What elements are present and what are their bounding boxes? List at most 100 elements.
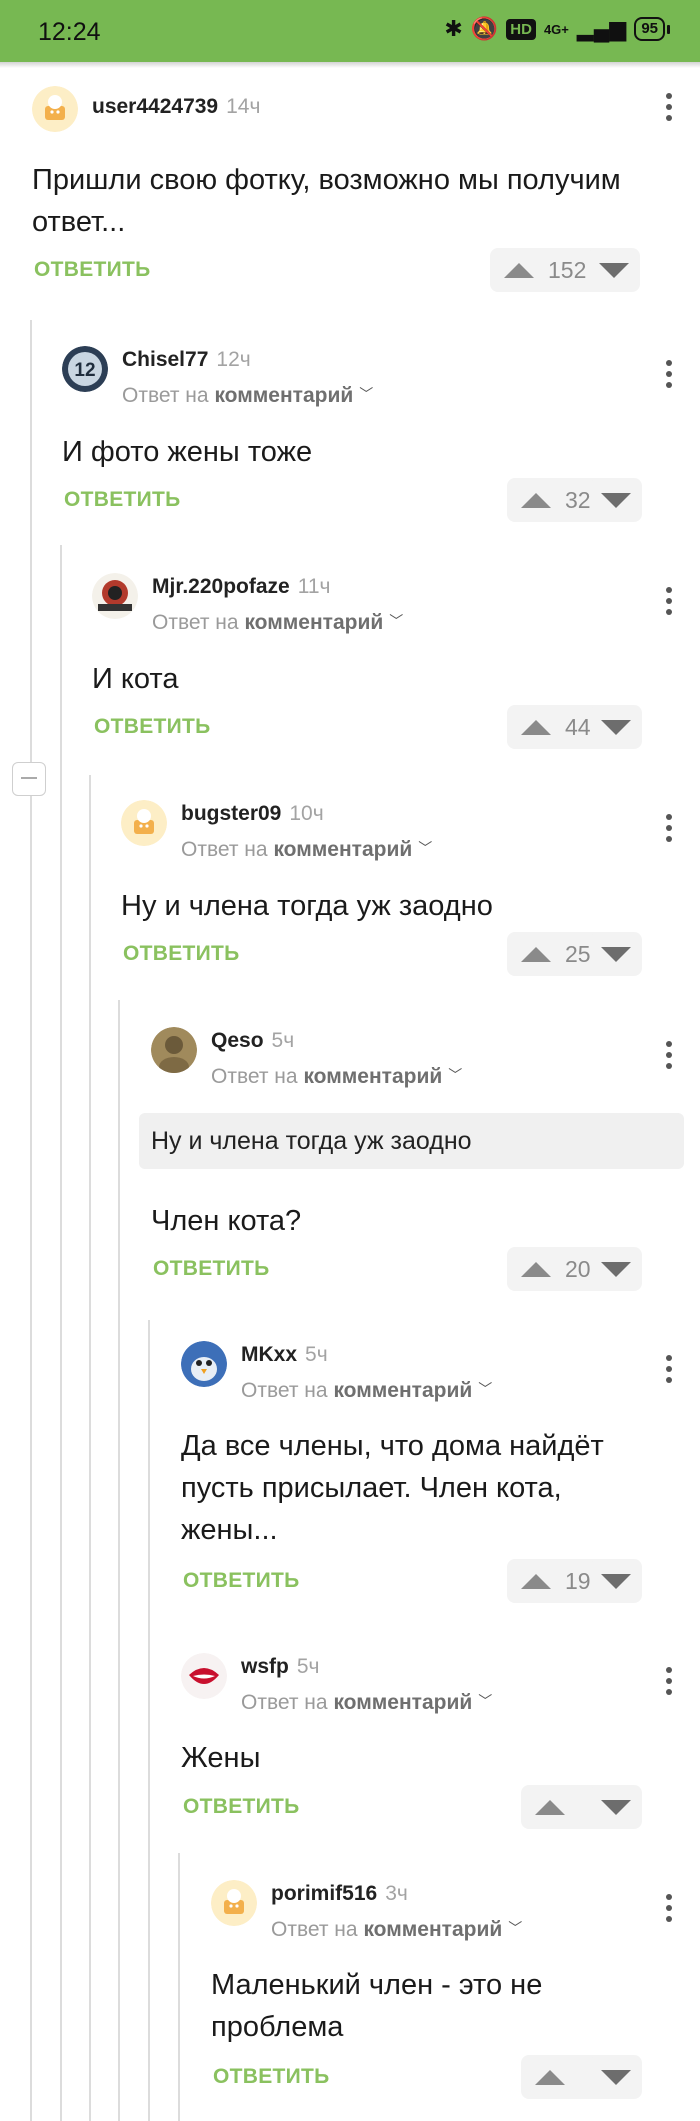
vote-count: 32	[565, 486, 591, 513]
username[interactable]: user4424739	[92, 95, 218, 118]
more-options-icon[interactable]	[666, 1355, 672, 1388]
reply-to-link[interactable]: Ответ на комментарий ﹀	[241, 1691, 492, 1715]
comment-footer: ОТВЕТИТЬ 19	[181, 1559, 670, 1603]
upvote-icon[interactable]	[521, 719, 551, 735]
more-options-icon[interactable]	[666, 814, 672, 847]
reply-button[interactable]: ОТВЕТИТЬ	[34, 258, 151, 282]
reply-to-prefix: Ответ на	[211, 1065, 298, 1088]
chevron-down-icon: ﹀	[448, 1067, 463, 1083]
downvote-icon[interactable]	[590, 1559, 642, 1603]
quoted-text: Ну и члена тогда уж заодно	[139, 1113, 684, 1169]
status-time: 12:24	[38, 18, 101, 46]
more-options-icon[interactable]	[666, 1667, 672, 1700]
battery-icon: 95	[634, 17, 670, 41]
username[interactable]: porimif516	[271, 1882, 377, 1905]
bluetooth-icon: ✱	[444, 16, 463, 41]
collapse-thread-button[interactable]	[12, 762, 46, 796]
avatar[interactable]	[121, 800, 167, 846]
mute-bell-icon: 🔕	[470, 16, 499, 41]
reply-to-target: комментарий	[333, 1691, 473, 1714]
downvote-icon[interactable]	[590, 705, 642, 749]
downvote-icon[interactable]	[588, 248, 640, 292]
vote-box: 152	[490, 248, 604, 292]
comment-text: Жены	[181, 1742, 261, 1774]
reply-to-target: комментарий	[303, 1065, 443, 1088]
emblem-avatar-icon	[92, 573, 138, 619]
avatar[interactable]	[32, 86, 78, 132]
avatar[interactable]: 12	[62, 346, 108, 392]
reply-to-link[interactable]: Ответ на комментарий ﹀	[181, 838, 432, 862]
username[interactable]: Mjr.220pofaze	[152, 575, 290, 598]
more-options-icon[interactable]	[666, 1894, 672, 1927]
upvote-icon[interactable]	[535, 1799, 565, 1815]
thread-line	[118, 1000, 120, 2121]
comment: Mjr.220pofaze 11ч Ответ на комментарий ﹀ И…	[92, 573, 700, 753]
reply-button[interactable]: ОТВЕТИТЬ	[123, 942, 240, 966]
upvote-icon[interactable]	[521, 946, 551, 962]
reply-to-link[interactable]: Ответ на комментарий ﹀	[211, 1065, 462, 1089]
reply-to-prefix: Ответ на	[241, 1691, 328, 1714]
reply-to-target: комментарий	[333, 1379, 473, 1402]
reply-button[interactable]: ОТВЕТИТЬ	[94, 715, 211, 739]
avatar[interactable]	[151, 1027, 197, 1073]
more-options-icon[interactable]	[666, 360, 672, 393]
username[interactable]: Chisel77	[122, 348, 208, 371]
more-options-icon[interactable]	[666, 587, 672, 620]
reply-to-prefix: Ответ на	[271, 1918, 358, 1941]
reply-to-link[interactable]: Ответ на комментарий ﹀	[241, 1379, 492, 1403]
comment-text: И кота	[92, 663, 179, 695]
username[interactable]: Qeso	[211, 1029, 264, 1052]
upvote-icon[interactable]	[521, 1261, 551, 1277]
username[interactable]: bugster09	[181, 802, 281, 825]
downvote-icon[interactable]	[590, 1785, 642, 1829]
signal-icon: ▂▄▆	[576, 16, 627, 41]
chevron-down-icon: ﹀	[478, 1693, 493, 1709]
reply-to-target: комментарий	[214, 384, 354, 407]
username[interactable]: wsfp	[241, 1655, 289, 1678]
upvote-icon[interactable]	[521, 492, 551, 508]
upvote-icon[interactable]	[504, 262, 534, 278]
avatar[interactable]	[181, 1653, 227, 1699]
comment-footer: ОТВЕТИТЬ 152	[32, 248, 668, 292]
comment: wsfp 5ч Ответ на комментарий ﹀ Жены ОТВЕТИ…	[181, 1653, 700, 1833]
comment-footer: ОТВЕТИТЬ 44	[92, 705, 670, 749]
thread-line	[89, 775, 91, 2121]
reply-button[interactable]: ОТВЕТИТЬ	[213, 2065, 330, 2089]
comment-footer: ОТВЕТИТЬ 32	[62, 478, 670, 522]
reply-button[interactable]: ОТВЕТИТЬ	[64, 488, 181, 512]
reply-to-link[interactable]: Ответ на комментарий ﹀	[122, 384, 373, 408]
comment-text: Да все члены, что дома найдёт пусть прис…	[181, 1430, 604, 1546]
avatar[interactable]	[92, 573, 138, 619]
comment: Qeso 5ч Ответ на комментарий ﹀ Ну и члена …	[139, 1027, 700, 1291]
pikabu-default-avatar-icon	[121, 800, 167, 846]
downvote-icon[interactable]	[590, 1247, 642, 1291]
downvote-icon[interactable]	[590, 932, 642, 976]
reply-button[interactable]: ОТВЕТИТЬ	[183, 1795, 300, 1819]
pikabu-default-avatar-icon	[211, 1880, 257, 1926]
reply-button[interactable]: ОТВЕТИТЬ	[153, 1257, 270, 1281]
chevron-down-icon: ﹀	[478, 1381, 493, 1397]
vote-count: 44	[565, 713, 591, 740]
comment-footer: ОТВЕТИТЬ 25	[121, 932, 670, 976]
vote-count: 25	[565, 940, 591, 967]
comment: porimif516 3ч Ответ на комментарий ﹀ Мален…	[211, 1880, 700, 2100]
more-options-icon[interactable]	[666, 1041, 672, 1074]
downvote-icon[interactable]	[590, 2055, 642, 2099]
comment: bugster09 10ч Ответ на комментарий ﹀ Ну и …	[121, 800, 700, 980]
reply-to-link[interactable]: Ответ на комментарий ﹀	[152, 611, 403, 635]
reply-to-link[interactable]: Ответ на комментарий ﹀	[271, 1918, 522, 1942]
chevron-down-icon: ﹀	[418, 840, 433, 856]
downvote-icon[interactable]	[590, 478, 642, 522]
avatar[interactable]	[181, 1341, 227, 1387]
reply-button[interactable]: ОТВЕТИТЬ	[183, 1569, 300, 1593]
upvote-icon[interactable]	[535, 2069, 565, 2085]
username[interactable]: MKxx	[241, 1343, 297, 1366]
upvote-icon[interactable]	[521, 1573, 551, 1589]
avatar[interactable]	[211, 1880, 257, 1926]
comment-footer: ОТВЕТИТЬ 2	[211, 2055, 670, 2099]
lips-avatar-icon	[181, 1653, 227, 1699]
thread-line	[60, 545, 62, 2121]
bird-avatar-icon	[181, 1341, 227, 1387]
comment-time: 3ч	[385, 1882, 408, 1905]
more-options-icon[interactable]	[666, 93, 672, 126]
